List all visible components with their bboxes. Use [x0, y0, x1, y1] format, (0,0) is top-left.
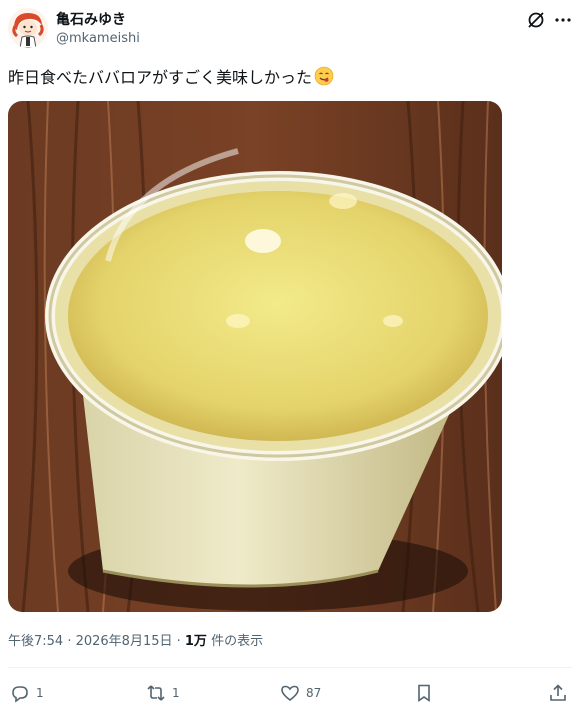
bookmark-button[interactable]: [414, 678, 434, 708]
like-count: 87: [306, 686, 322, 700]
reply-count: 1: [36, 686, 44, 700]
divider: [8, 667, 572, 668]
share-icon: [550, 684, 566, 701]
user-handle[interactable]: @mkameishi: [56, 31, 140, 46]
repost-button[interactable]: 1: [146, 678, 180, 708]
tweet-header: 亀石みゆき @mkameishi: [0, 0, 580, 56]
views-count: 1万: [184, 634, 207, 649]
more-icon[interactable]: [553, 10, 573, 30]
reply-icon: [12, 686, 28, 703]
tweet-text: 昨日食べたババロアがすごく美味しかった: [8, 64, 334, 90]
heart-icon: [281, 685, 299, 702]
share-button[interactable]: [548, 678, 568, 708]
views-label: 件の表示: [206, 634, 264, 649]
tweet-timestamp[interactable]: 午後7:54 · 2026年8月15日 ·: [8, 634, 185, 649]
action-bar: 1 1 87: [0, 678, 580, 708]
display-name[interactable]: 亀石みゆき: [56, 9, 126, 29]
repost-count: 1: [172, 686, 180, 700]
yum-face-emoji-icon: [314, 66, 334, 90]
avatar[interactable]: [8, 8, 48, 48]
bookmark-icon: [418, 684, 430, 703]
like-button[interactable]: 87: [280, 678, 321, 708]
grok-icon[interactable]: [526, 10, 546, 30]
tweet-photo[interactable]: [8, 101, 502, 612]
reply-button[interactable]: 1: [10, 678, 44, 708]
tweet-body: 昨日食べたババロアがすごく美味しかった: [8, 68, 313, 87]
bavarois-cup-photo: [8, 101, 502, 612]
tweet-meta: 午後7:54 · 2026年8月15日 · 1万 件の表示: [8, 630, 263, 649]
repost-icon: [147, 685, 165, 701]
